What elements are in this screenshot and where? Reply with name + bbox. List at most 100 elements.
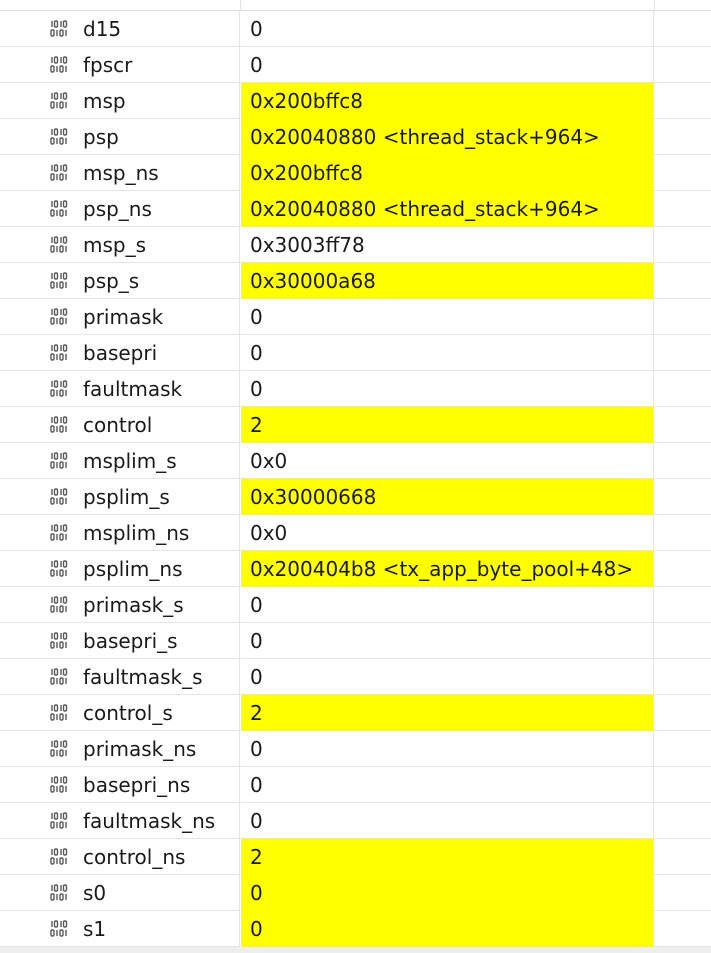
register-name-cell[interactable]: s0 xyxy=(0,875,240,911)
register-name-cell[interactable]: psp_ns xyxy=(0,191,240,227)
table-row[interactable]: psp_s 0x30000a68 xyxy=(0,263,711,299)
register-value-cell[interactable]: 0 xyxy=(241,371,654,407)
empty-column-cell xyxy=(654,191,711,227)
register-name-cell[interactable]: faultmask_ns xyxy=(0,803,240,839)
register-name: primask_s xyxy=(83,593,184,617)
register-value-cell-changed[interactable]: 0x200bffc8 xyxy=(241,155,654,191)
table-row[interactable]: psp_ns 0x20040880 <thread_stack+964> xyxy=(0,191,711,227)
register-value-cell-changed[interactable]: 2 xyxy=(241,839,654,875)
register-value-cell[interactable]: 0 xyxy=(241,335,654,371)
register-value-cell-changed[interactable]: 2 xyxy=(241,407,654,443)
register-name-cell[interactable]: msp_ns xyxy=(0,155,240,191)
register-value-cell-changed[interactable]: 2 xyxy=(241,695,654,731)
register-name-cell[interactable]: psplim_ns xyxy=(0,551,240,587)
table-row[interactable]: basepri_s 0 xyxy=(0,623,711,659)
register-name-cell[interactable]: faultmask_s xyxy=(0,659,240,695)
table-row[interactable]: msp 0x200bffc8 xyxy=(0,83,711,119)
table-row[interactable]: psplim_ns 0x200404b8 <tx_app_byte_pool+48… xyxy=(0,551,711,587)
register-value-cell-changed[interactable]: 0x30000a68 xyxy=(241,263,654,299)
table-row[interactable]: control_s 2 xyxy=(0,695,711,731)
register-name: control_s xyxy=(83,701,173,725)
register-name-cell[interactable]: control xyxy=(0,407,240,443)
register-value-cell[interactable]: 0 xyxy=(241,803,654,839)
register-value-cell-changed[interactable]: 0 xyxy=(241,911,654,947)
register-value-cell-changed[interactable]: 0x200404b8 <tx_app_byte_pool+48> xyxy=(241,551,654,587)
table-row[interactable]: control 2 xyxy=(0,407,711,443)
table-row[interactable]: msplim_s 0x0 xyxy=(0,443,711,479)
register-binary-icon xyxy=(50,272,74,290)
register-value-cell[interactable]: 0 xyxy=(241,587,654,623)
register-name-cell[interactable]: msp_s xyxy=(0,227,240,263)
table-row[interactable]: basepri_ns 0 xyxy=(0,767,711,803)
register-binary-icon xyxy=(50,128,74,146)
register-binary-icon xyxy=(50,488,74,506)
register-value: 0x30000a68 xyxy=(250,269,376,293)
register-value-cell[interactable]: 0x0 xyxy=(241,515,654,551)
register-value-cell[interactable]: 0x0 xyxy=(241,443,654,479)
table-row[interactable]: d15 0 xyxy=(0,11,711,47)
register-value-cell[interactable]: 0 xyxy=(241,623,654,659)
register-value-cell-changed[interactable]: 0x20040880 <thread_stack+964> xyxy=(241,191,654,227)
register-name-cell[interactable]: primask_s xyxy=(0,587,240,623)
register-name-cell[interactable]: psp xyxy=(0,119,240,155)
empty-column-cell xyxy=(654,371,711,407)
register-value-cell[interactable]: 0 xyxy=(241,11,654,47)
register-name-cell[interactable]: msplim_s xyxy=(0,443,240,479)
register-value-cell-changed[interactable]: 0x20040880 <thread_stack+964> xyxy=(241,119,654,155)
register-name-cell[interactable]: psplim_s xyxy=(0,479,240,515)
register-value-cell[interactable]: 0 xyxy=(241,299,654,335)
empty-column-cell xyxy=(654,875,711,911)
register-value-cell[interactable]: 0 xyxy=(241,47,654,83)
table-row[interactable]: msp_ns 0x200bffc8 xyxy=(0,155,711,191)
table-row[interactable]: primask_ns 0 xyxy=(0,731,711,767)
table-row[interactable]: basepri 0 xyxy=(0,335,711,371)
table-row[interactable]: control_ns 2 xyxy=(0,839,711,875)
empty-column-cell xyxy=(654,623,711,659)
register-name-cell[interactable]: psp_s xyxy=(0,263,240,299)
register-name: msp xyxy=(83,89,126,113)
register-name: psplim_s xyxy=(83,485,170,509)
register-name-cell[interactable]: primask_ns xyxy=(0,731,240,767)
register-name-cell[interactable]: faultmask xyxy=(0,371,240,407)
register-value: 2 xyxy=(250,413,263,437)
register-name-cell[interactable]: msplim_ns xyxy=(0,515,240,551)
register-name-cell[interactable]: basepri xyxy=(0,335,240,371)
table-row[interactable]: msplim_ns 0x0 xyxy=(0,515,711,551)
empty-column-cell xyxy=(654,587,711,623)
table-row[interactable]: s1 0 xyxy=(0,911,711,947)
register-value-cell-changed[interactable]: 0x30000668 xyxy=(241,479,654,515)
register-name: basepri_s xyxy=(83,629,178,653)
register-value-cell[interactable]: 0x3003ff78 xyxy=(241,227,654,263)
register-value-cell-changed[interactable]: 0x200bffc8 xyxy=(241,83,654,119)
table-row[interactable]: primask_s 0 xyxy=(0,587,711,623)
empty-column-cell xyxy=(654,299,711,335)
table-row[interactable]: faultmask_ns 0 xyxy=(0,803,711,839)
register-name-cell[interactable]: fpscr xyxy=(0,47,240,83)
register-binary-icon xyxy=(50,380,74,398)
register-name-cell[interactable]: msp xyxy=(0,83,240,119)
table-row[interactable]: fpscr 0 xyxy=(0,47,711,83)
register-value-cell[interactable]: 0 xyxy=(241,731,654,767)
register-name-cell[interactable]: s1 xyxy=(0,911,240,947)
register-value-cell[interactable]: 0 xyxy=(241,659,654,695)
register-name-cell[interactable]: primask xyxy=(0,299,240,335)
register-value: 0 xyxy=(250,377,263,401)
empty-column-cell xyxy=(654,839,711,875)
table-row[interactable]: primask 0 xyxy=(0,299,711,335)
register-name-cell[interactable]: control_ns xyxy=(0,839,240,875)
table-row[interactable]: faultmask 0 xyxy=(0,371,711,407)
register-name: control_ns xyxy=(83,845,186,869)
register-value-cell-changed[interactable]: 0 xyxy=(241,875,654,911)
table-row[interactable]: psp 0x20040880 <thread_stack+964> xyxy=(0,119,711,155)
register-name-cell[interactable]: basepri_ns xyxy=(0,767,240,803)
table-row[interactable]: msp_s 0x3003ff78 xyxy=(0,227,711,263)
register-name: primask_ns xyxy=(83,737,197,761)
register-name-cell[interactable]: basepri_s xyxy=(0,623,240,659)
horizontal-scrollbar-track[interactable] xyxy=(0,947,711,953)
register-name-cell[interactable]: d15 xyxy=(0,11,240,47)
table-row[interactable]: s0 0 xyxy=(0,875,711,911)
table-row[interactable]: psplim_s 0x30000668 xyxy=(0,479,711,515)
table-row[interactable]: faultmask_s 0 xyxy=(0,659,711,695)
register-name-cell[interactable]: control_s xyxy=(0,695,240,731)
register-value-cell[interactable]: 0 xyxy=(241,767,654,803)
